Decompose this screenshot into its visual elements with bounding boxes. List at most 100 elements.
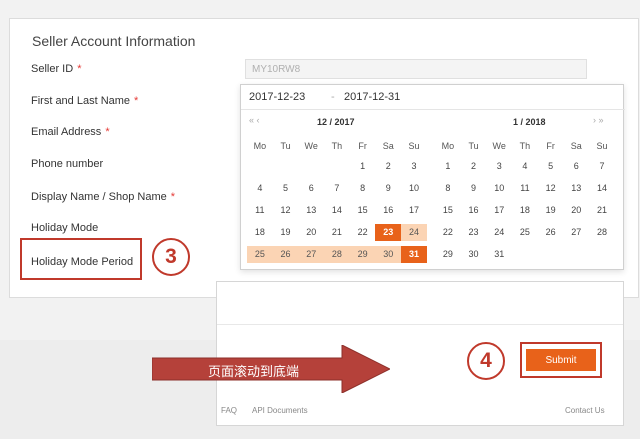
- calendar-week-row: 8 9 10 11 12 13 14: [435, 177, 615, 199]
- january-day-8[interactable]: 8: [435, 180, 461, 197]
- january-day-18[interactable]: 18: [512, 202, 538, 219]
- january-day-31[interactable]: 31: [486, 246, 512, 263]
- december-day-1[interactable]: 1: [350, 158, 376, 175]
- submit-button[interactable]: Submit: [526, 349, 596, 371]
- january-day-28[interactable]: 28: [589, 224, 615, 241]
- january-day-12[interactable]: 12: [538, 180, 564, 197]
- january-day-27[interactable]: 27: [563, 224, 589, 241]
- january-day-15[interactable]: 15: [435, 202, 461, 219]
- calendar-week-row: 1234567: [435, 155, 615, 177]
- december-day-15[interactable]: 15: [350, 202, 376, 219]
- required-marker: *: [170, 191, 176, 203]
- footer-divider: [217, 324, 623, 325]
- december-day-5[interactable]: 5: [273, 180, 299, 197]
- december-day-19[interactable]: 19: [273, 224, 299, 241]
- january-day-16[interactable]: 16: [461, 202, 487, 219]
- december-day-12[interactable]: 12: [273, 202, 299, 219]
- january-day-1[interactable]: 1: [435, 158, 461, 175]
- next-month-arrows-icon[interactable]: › »: [593, 115, 604, 125]
- step-3-badge: 3: [152, 238, 190, 276]
- empty-day-cell: [273, 158, 299, 175]
- contact-us-link[interactable]: Contact Us: [565, 406, 605, 415]
- step-4-badge: 4: [467, 342, 505, 380]
- empty-day-cell: [563, 246, 589, 263]
- january-day-26[interactable]: 26: [538, 224, 564, 241]
- december-day-18[interactable]: 18: [247, 224, 273, 241]
- weekday-label: Fr: [358, 141, 367, 151]
- weekday-label: Tu: [468, 141, 479, 151]
- january-day-19[interactable]: 19: [538, 202, 564, 219]
- faq-link[interactable]: FAQ: [221, 406, 237, 415]
- scroll-instruction-text: 页面滚动到底端: [208, 365, 300, 380]
- weekday-label: We: [304, 141, 318, 151]
- january-day-17[interactable]: 17: [486, 202, 512, 219]
- january-day-2[interactable]: 2: [461, 158, 487, 175]
- december-day-17[interactable]: 17: [401, 202, 427, 219]
- january-day-14[interactable]: 14: [589, 180, 615, 197]
- january-day-24[interactable]: 24: [486, 224, 512, 241]
- january-day-4[interactable]: 4: [512, 158, 538, 175]
- december-day-26[interactable]: 26: [272, 245, 299, 263]
- december-day-16[interactable]: 16: [375, 202, 401, 219]
- section-title: Seller Account Information: [32, 33, 196, 49]
- weekday-header-row: Mo Tu We Th Fr Sa Su: [435, 137, 615, 155]
- january-day-3[interactable]: 3: [486, 158, 512, 175]
- december-day-21[interactable]: 21: [324, 224, 350, 241]
- december-day-23[interactable]: 23: [375, 223, 402, 241]
- seller-id-input[interactable]: [245, 59, 587, 79]
- january-day-29[interactable]: 29: [435, 246, 461, 263]
- january-day-13[interactable]: 13: [563, 180, 589, 197]
- month-header-december: 12 / 2017: [317, 117, 355, 127]
- email-label: Email Address *: [31, 126, 110, 138]
- holiday-mode-label: Holiday Mode: [31, 222, 99, 234]
- prev-month-arrows-icon[interactable]: « ‹: [249, 115, 260, 125]
- january-day-30[interactable]: 30: [461, 246, 487, 263]
- weekday-label: Su: [408, 141, 420, 151]
- december-day-3[interactable]: 3: [401, 158, 427, 175]
- january-day-9[interactable]: 9: [461, 180, 487, 197]
- december-day-29[interactable]: 29: [349, 245, 376, 263]
- calendar-week-row: 25 26 27 28 29 30 31: [247, 243, 427, 265]
- january-day-23[interactable]: 23: [461, 224, 487, 241]
- december-day-14[interactable]: 14: [324, 202, 350, 219]
- january-day-7[interactable]: 7: [589, 158, 615, 175]
- calendar-week-row: 29 30 31: [435, 243, 615, 265]
- weekday-label: Sa: [382, 141, 394, 151]
- december-day-2[interactable]: 2: [375, 158, 401, 175]
- december-day-25[interactable]: 25: [247, 245, 273, 263]
- calendar-week-row: 4 5 6 7 8 9 10: [247, 177, 427, 199]
- january-day-22[interactable]: 22: [435, 224, 461, 241]
- december-day-9[interactable]: 9: [375, 180, 401, 197]
- december-day-10[interactable]: 10: [401, 180, 427, 197]
- start-date-field[interactable]: 2017-12-23: [249, 91, 305, 103]
- seller-id-label: Seller ID *: [31, 63, 82, 75]
- calendar-week-row: 18 19 20 21 22 23 24: [247, 221, 427, 243]
- december-day-30[interactable]: 30: [375, 245, 402, 263]
- december-day-7[interactable]: 7: [324, 180, 350, 197]
- december-day-27[interactable]: 27: [298, 245, 325, 263]
- name-label: First and Last Name *: [31, 95, 139, 107]
- december-day-6[interactable]: 6: [298, 180, 324, 197]
- december-day-13[interactable]: 13: [298, 202, 324, 219]
- date-range-picker[interactable]: 2017-12-23 - 2017-12-31 « ‹ 12 / 2017 1 …: [240, 84, 625, 270]
- december-day-22[interactable]: 22: [350, 224, 376, 241]
- january-day-10[interactable]: 10: [486, 180, 512, 197]
- december-day-24[interactable]: 24: [401, 223, 427, 241]
- january-day-25[interactable]: 25: [512, 224, 538, 241]
- weekday-label: Mo: [253, 141, 267, 151]
- december-day-28[interactable]: 28: [324, 245, 350, 263]
- december-day-8[interactable]: 8: [350, 180, 376, 197]
- api-documents-link[interactable]: API Documents: [252, 406, 308, 415]
- weekday-label: Th: [331, 141, 343, 151]
- december-day-31[interactable]: 31: [401, 245, 427, 263]
- january-day-11[interactable]: 11: [512, 180, 538, 197]
- january-day-6[interactable]: 6: [563, 158, 589, 175]
- required-marker: *: [105, 126, 110, 138]
- january-day-21[interactable]: 21: [589, 202, 615, 219]
- january-day-20[interactable]: 20: [563, 202, 589, 219]
- december-day-11[interactable]: 11: [247, 202, 273, 219]
- end-date-field[interactable]: 2017-12-31: [344, 91, 400, 103]
- december-day-4[interactable]: 4: [247, 180, 273, 197]
- january-day-5[interactable]: 5: [538, 158, 564, 175]
- december-day-20[interactable]: 20: [298, 224, 324, 241]
